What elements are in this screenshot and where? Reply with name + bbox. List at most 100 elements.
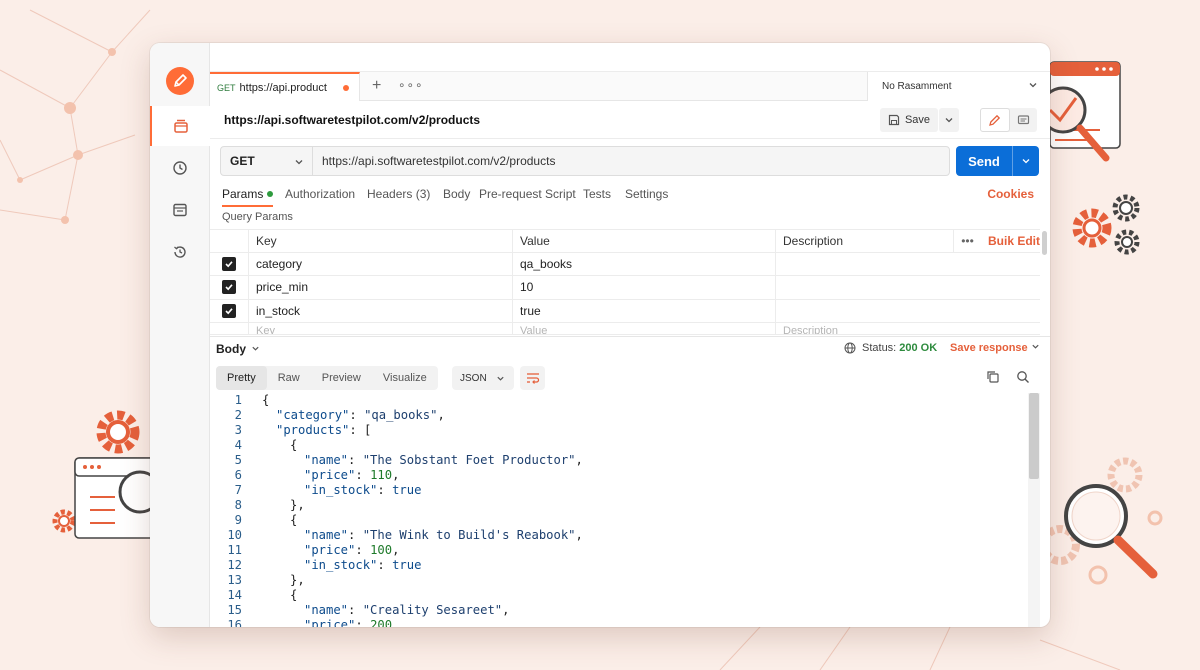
send-dropdown-button[interactable]: [1012, 146, 1039, 176]
sidebar-item-collections[interactable]: [150, 106, 210, 146]
response-code-view[interactable]: 1{2 "category": "qa_books", 3 "products": […: [210, 393, 1030, 627]
code-text: {: [290, 438, 297, 453]
cookies-link[interactable]: Cookies: [987, 187, 1034, 201]
tab-url: https://api.product: [239, 81, 327, 94]
code-line: 4{: [210, 438, 1030, 453]
header-key: Key: [248, 230, 512, 252]
param-value[interactable]: qa_books: [512, 252, 775, 275]
table-row: in_stock true: [210, 299, 1040, 323]
tab-tests[interactable]: Tests: [583, 187, 611, 201]
code-token: "name": [304, 528, 349, 542]
code-token: :: [355, 543, 371, 557]
tab-params-label: Params: [222, 187, 264, 201]
line-number: 9: [234, 513, 242, 527]
code-token: :: [377, 558, 393, 572]
code-token: "The Sobstant Foet Productor": [362, 453, 576, 467]
tab-visualize[interactable]: Visualize: [372, 366, 438, 390]
code-token: {: [290, 513, 298, 527]
tab-headers[interactable]: Headers (3): [367, 187, 430, 201]
param-key[interactable]: in_stock: [248, 299, 512, 322]
code-token: "products": [276, 423, 350, 437]
code-line: 9{: [210, 513, 1030, 528]
more-options-icon[interactable]: •••: [953, 230, 981, 252]
code-line: 3 "products": [: [210, 423, 1030, 438]
environment-select[interactable]: No Rasamment: [867, 72, 1050, 101]
code-token: {: [290, 438, 298, 452]
code-text: "in_stock": true: [304, 558, 421, 573]
response-body-select[interactable]: Body: [216, 342, 260, 356]
code-text: "name": "The Wink to Build's Reabook",: [304, 528, 583, 543]
tab-params[interactable]: Params: [222, 187, 274, 207]
code-line: 12 "in_stock": true: [210, 558, 1030, 573]
param-value[interactable]: true: [512, 299, 775, 322]
comments-button[interactable]: [1010, 108, 1038, 132]
tab-raw[interactable]: Raw: [267, 366, 311, 390]
code-line: 6 "price": 110,: [210, 468, 1030, 483]
code-token: 110: [370, 468, 393, 482]
code-text: "name": "The Sobstant Foet Productor",: [304, 453, 583, 468]
sidebar-item-recent[interactable]: [150, 232, 210, 272]
param-key[interactable]: category: [248, 252, 512, 275]
url-input[interactable]: [313, 147, 949, 175]
line-number: 12: [227, 558, 242, 572]
search-icon[interactable]: [1016, 370, 1030, 384]
param-description[interactable]: [775, 299, 953, 322]
sidebar-item-apis[interactable]: [150, 190, 210, 230]
tab-settings[interactable]: Settings: [625, 187, 668, 201]
param-checkbox[interactable]: [222, 256, 236, 271]
sidebar-item-history[interactable]: [150, 148, 210, 188]
checkbox-cell: [210, 323, 248, 334]
status-value: 200 OK: [899, 342, 938, 354]
checkbox-cell: [210, 276, 248, 299]
app-logo[interactable]: [166, 67, 194, 95]
wrap-lines-button[interactable]: [520, 366, 545, 390]
request-tabs: Params Authorization Headers (3) Body Pr…: [210, 185, 1050, 209]
method-select[interactable]: GET: [221, 147, 313, 175]
param-description[interactable]: [775, 252, 953, 275]
param-checkbox[interactable]: [222, 280, 236, 295]
request-tab[interactable]: GET https://api.product: [210, 72, 360, 101]
line-number: 16: [227, 618, 242, 627]
new-tab-plus-icon[interactable]: +: [372, 77, 381, 95]
bulk-edit-link[interactable]: Buik Edit: [981, 230, 1040, 252]
more-tabs-icon[interactable]: ∘∘∘: [398, 78, 424, 92]
param-description[interactable]: [775, 276, 953, 299]
code-line: 8},: [210, 498, 1030, 513]
tab-preview[interactable]: Preview: [311, 366, 372, 390]
code-token: {: [262, 393, 270, 407]
response-scroll-thumb[interactable]: [1029, 393, 1039, 479]
line-number: 1: [234, 393, 242, 407]
request-title-row: https://api.softwaretestpilot.com/v2/pro…: [210, 103, 1050, 139]
params-scrollbar[interactable]: [1042, 231, 1047, 255]
send-button[interactable]: Send: [956, 146, 1039, 176]
pen-icon: [174, 74, 187, 87]
param-checkbox[interactable]: [222, 303, 236, 318]
header-value: Value: [512, 230, 775, 252]
line-number: 8: [234, 498, 242, 512]
save-response-button[interactable]: Save response: [950, 342, 1040, 354]
code-token: 200: [370, 618, 393, 627]
new-key-placeholder[interactable]: Key: [248, 323, 512, 334]
clock-icon: [173, 161, 187, 175]
tab-pretty[interactable]: Pretty: [216, 366, 267, 390]
code-text: "price": 100,: [304, 543, 399, 558]
new-value-placeholder[interactable]: Value: [512, 323, 775, 334]
tab-authorization[interactable]: Authorization: [285, 187, 355, 201]
code-token: },: [290, 498, 305, 512]
save-button[interactable]: Save: [880, 108, 938, 132]
code-token: "price": [304, 618, 356, 627]
copy-icon[interactable]: [986, 370, 1000, 384]
response-scrollbar[interactable]: [1028, 393, 1040, 627]
new-description-placeholder[interactable]: Description: [775, 323, 953, 334]
tab-body[interactable]: Body: [443, 187, 470, 201]
param-key[interactable]: price_min: [248, 276, 512, 299]
code-text: "category": "qa_books",: [276, 408, 445, 423]
format-select[interactable]: JSON: [452, 366, 514, 390]
param-value[interactable]: 10: [512, 276, 775, 299]
save-dropdown-button[interactable]: [939, 108, 959, 132]
edit-mode-button[interactable]: [980, 108, 1010, 132]
code-token: ,: [392, 543, 400, 557]
tab-prerequest-script[interactable]: Pre-request Script: [479, 187, 576, 201]
code-token: ,: [575, 528, 583, 542]
code-token: ,: [502, 603, 510, 617]
